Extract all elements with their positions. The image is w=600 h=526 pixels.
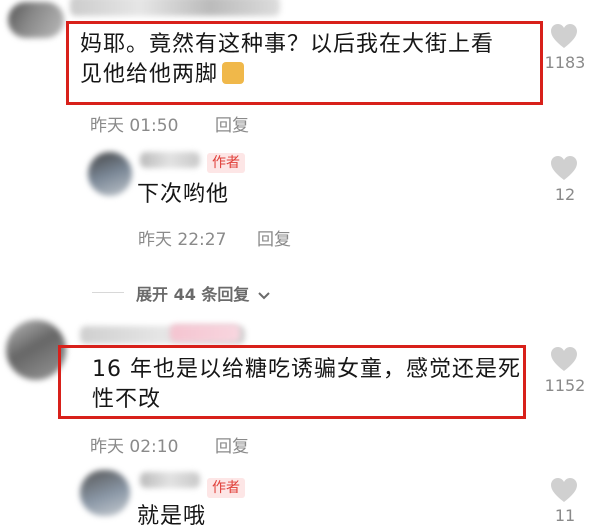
reply-username-blurred[interactable] [140,152,200,168]
comment-timestamp: 昨天 02:10 [90,437,179,457]
comment-text-line-1: 16 年也是以给糖吃诱骗女童，感觉还是死 [92,357,521,382]
reply-timestamp: 昨天 22:27 [138,230,227,250]
avatar[interactable] [6,320,66,380]
comment-timestamp: 昨天 01:50 [90,116,179,136]
comment-text-line-2: 见他给他两脚 [80,62,219,87]
comment-text: 妈耶。竟然有这种事？以后我在大街上看 见他给他两脚 [80,30,535,90]
comment-section: 妈耶。竟然有这种事？以后我在大街上看 见他给他两脚 1183 昨天 01:50 … [0,0,600,526]
comment-text-line-1: 妈耶。竟然有这种事？以后我在大街上看 [80,32,495,57]
comment-text-line-2: 性不改 [92,387,162,412]
comment-text: 16 年也是以给糖吃诱骗女童，感觉还是死 性不改 [92,355,522,415]
expand-replies-button[interactable]: 展开 44 条回复 [136,281,271,305]
username-blurred[interactable] [70,0,280,16]
heart-icon[interactable] [549,22,579,50]
reply-avatar[interactable] [88,152,132,196]
reply-button[interactable]: 回复 [257,225,291,250]
reply-avatar[interactable] [80,470,130,516]
reply-button[interactable]: 回复 [215,432,249,457]
like-count: 12 [554,185,576,204]
heart-icon[interactable] [549,154,579,182]
heart-icon[interactable] [549,345,579,373]
username-blurred-accent[interactable] [170,324,240,342]
expand-divider [92,292,124,293]
reply-text: 下次哟他 [137,182,230,207]
avatar[interactable] [8,2,64,38]
reply-text: 就是哦 [137,504,207,526]
author-badge: 作者 [207,478,245,498]
reply-button[interactable]: 回复 [215,111,249,136]
chevron-down-icon [258,291,270,299]
expand-replies-label: 展开 44 条回复 [136,285,250,304]
author-badge: 作者 [207,153,245,173]
heart-icon[interactable] [549,476,579,504]
like-count: 1152 [544,376,586,395]
cat-emoji-icon [222,62,245,84]
reply-username-blurred[interactable] [140,472,200,488]
like-count: 11 [554,506,576,525]
like-count: 1183 [544,53,586,72]
